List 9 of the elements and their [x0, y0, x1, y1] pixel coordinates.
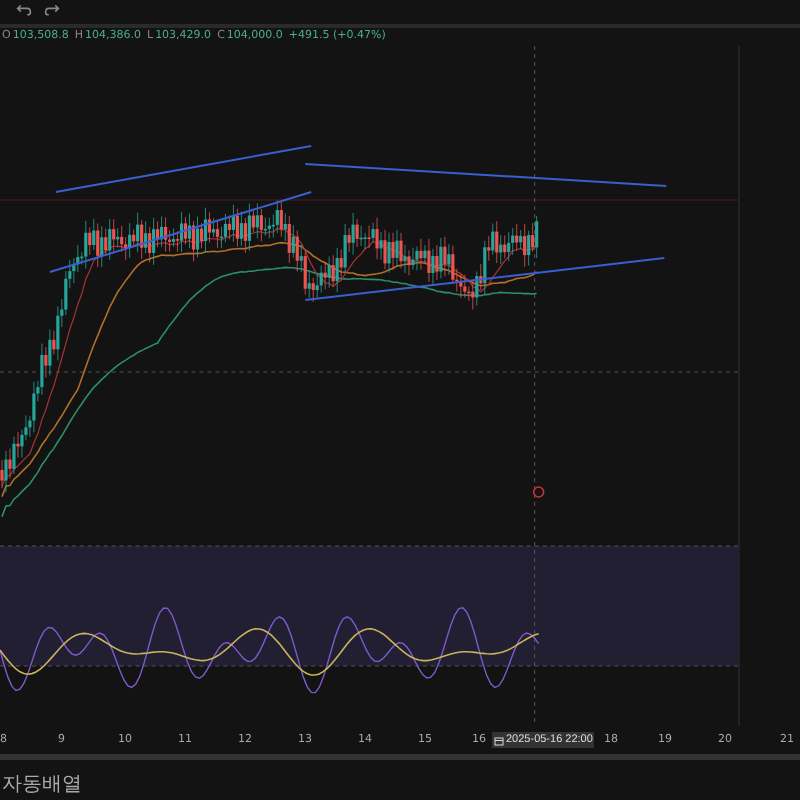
trend-line[interactable] — [304, 163, 668, 187]
undo-icon[interactable] — [16, 2, 32, 18]
alert-marker-icon[interactable] — [532, 486, 545, 498]
footer-label: 자동배열 — [0, 772, 84, 800]
trend-line[interactable] — [54, 145, 313, 193]
calendar-icon — [494, 735, 504, 745]
trend-line[interactable] — [48, 191, 313, 273]
trend-line[interactable] — [304, 257, 666, 301]
redo-icon[interactable] — [44, 2, 60, 18]
